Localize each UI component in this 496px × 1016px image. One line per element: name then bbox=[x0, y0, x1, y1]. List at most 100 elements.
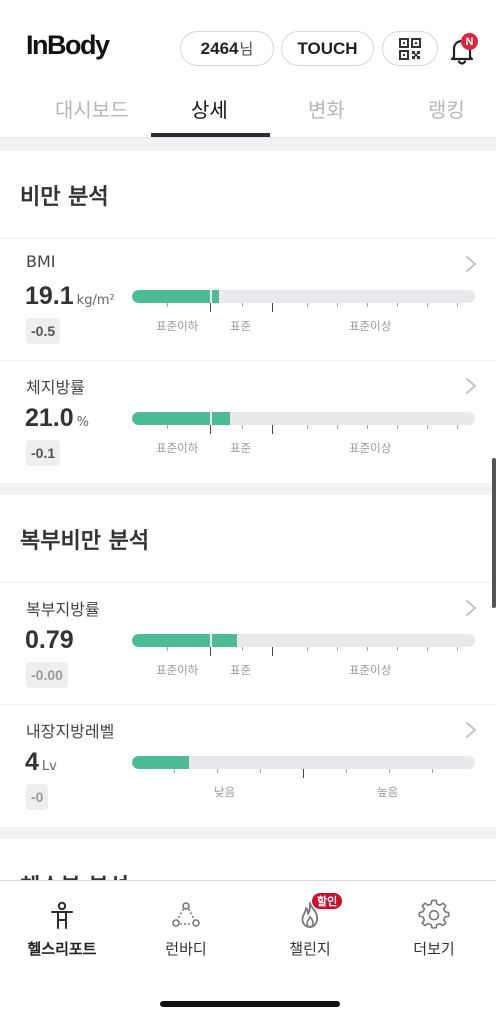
value-unit: % bbox=[76, 415, 90, 430]
chevron-right-icon[interactable] bbox=[464, 720, 478, 740]
metric-visceral-fat-level[interactable]: 내장지방레벨 4 Lv -0 낮음 높음 bbox=[0, 704, 496, 826]
range-tick bbox=[307, 425, 308, 429]
chevron-right-icon[interactable] bbox=[464, 254, 478, 274]
nav-runbody[interactable]: 런바디 bbox=[124, 881, 248, 981]
range-tick bbox=[242, 647, 243, 651]
range-tick bbox=[397, 647, 398, 651]
nav-health-report[interactable]: 헬스리포트 bbox=[0, 881, 124, 981]
range-tick bbox=[367, 647, 368, 651]
nav-more[interactable]: 더보기 bbox=[372, 881, 496, 981]
range-ticks bbox=[132, 425, 475, 437]
range-bar-boundary bbox=[210, 412, 212, 425]
bottom-navigation: 헬스리포트 런바디 할인 챌린지 더보기 bbox=[0, 880, 496, 1016]
touch-button[interactable]: TOUCH bbox=[281, 31, 374, 66]
metric-waist-hip-ratio[interactable]: 복부지방률 0.79 -0.00 표준이하 표준 표준이상 bbox=[0, 582, 496, 704]
metric-name: 복부지방률 bbox=[26, 600, 100, 619]
abdominal-obesity-section: 복부비만 분석 복부지방률 0.79 -0.00 표준이하 표준 표준이상 내장… bbox=[0, 495, 496, 827]
range-tick bbox=[272, 647, 273, 656]
change-badge: -0.5 bbox=[26, 318, 61, 344]
range-label-high: 표준이상 bbox=[349, 319, 392, 333]
range-tick bbox=[427, 425, 428, 429]
health-report-icon bbox=[51, 901, 73, 929]
range-tick bbox=[346, 769, 347, 773]
tab-detail[interactable]: 상세 bbox=[191, 94, 228, 123]
range-tick bbox=[210, 425, 211, 434]
range-bar-boundary bbox=[210, 290, 212, 303]
range-tick bbox=[337, 303, 338, 307]
metric-body-fat-percentage[interactable]: 체지방률 21.0% -0.1 표준이하 표준 표준이상 bbox=[0, 360, 496, 482]
range-tick bbox=[397, 425, 398, 429]
notification-badge: N bbox=[461, 33, 478, 50]
metric-value: 19.1 kg/m² bbox=[25, 282, 115, 311]
value-number: 19.1 bbox=[25, 282, 74, 310]
range-tick bbox=[457, 425, 458, 429]
range-tick bbox=[397, 303, 398, 307]
range-tick bbox=[337, 425, 338, 429]
inbody-logo[interactable]: InBody bbox=[26, 30, 110, 61]
range-label-low: 표준이하 bbox=[156, 663, 199, 677]
metric-value: 0.79 bbox=[25, 626, 74, 655]
home-indicator bbox=[160, 1001, 340, 1007]
metric-name: 체지방률 bbox=[26, 378, 85, 397]
range-label-low: 표준이하 bbox=[156, 441, 199, 455]
metric-value: 4 Lv bbox=[25, 748, 57, 777]
range-bar-fill bbox=[132, 412, 230, 425]
tab-dashboard[interactable]: 대시보드 bbox=[55, 94, 129, 123]
metric-bmi[interactable]: BMI 19.1 kg/m² -0.5 표준이하 표준 표준이상 bbox=[0, 238, 496, 360]
value-unit: Lv bbox=[41, 759, 57, 774]
tab-change[interactable]: 변화 bbox=[308, 94, 345, 123]
range-tick bbox=[210, 303, 211, 312]
value-number: 4 bbox=[25, 748, 39, 776]
range-bar bbox=[132, 290, 475, 303]
change-badge: -0.00 bbox=[26, 662, 68, 688]
range-tick bbox=[307, 303, 308, 307]
nav-label: 챌린지 bbox=[289, 940, 331, 958]
nav-challenge[interactable]: 할인 챌린지 bbox=[248, 881, 372, 981]
range-ticks bbox=[132, 769, 475, 781]
range-tick bbox=[307, 647, 308, 651]
change-badge: -0 bbox=[26, 784, 49, 810]
range-tick bbox=[427, 647, 428, 651]
range-tick bbox=[272, 303, 273, 312]
range-label-normal: 표준 bbox=[230, 663, 252, 677]
section-title: 복부비만 분석 bbox=[20, 529, 150, 554]
value-number: 21.0 bbox=[25, 404, 74, 432]
settings-gear-icon bbox=[418, 899, 450, 929]
range-tick bbox=[427, 303, 428, 307]
range-tick bbox=[272, 425, 273, 434]
nav-label: 런바디 bbox=[165, 940, 207, 958]
range-label-low: 표준이하 bbox=[156, 319, 199, 333]
range-label-normal: 표준 bbox=[230, 441, 252, 455]
range-tick bbox=[242, 425, 243, 429]
metric-name: 내장지방레벨 bbox=[26, 722, 115, 741]
range-tick bbox=[260, 769, 261, 773]
range-tick bbox=[367, 425, 368, 429]
scrollbar[interactable] bbox=[492, 458, 496, 608]
active-tab-indicator bbox=[151, 133, 270, 137]
chevron-right-icon[interactable] bbox=[464, 598, 478, 618]
range-label-high: 높음 bbox=[377, 785, 399, 799]
points-button[interactable]: 2464 님 bbox=[180, 31, 274, 66]
tab-ranking[interactable]: 랭킹 bbox=[428, 94, 465, 123]
qr-button[interactable] bbox=[382, 31, 438, 66]
range-bar-boundary bbox=[210, 634, 212, 647]
points-unit: 님 bbox=[239, 40, 254, 58]
change-badge: -0.1 bbox=[26, 440, 61, 466]
range-tick bbox=[167, 425, 168, 429]
body-water-section: 체수분 분석 bbox=[0, 839, 496, 880]
range-label-normal: 표준 bbox=[230, 319, 252, 333]
range-tick bbox=[167, 303, 168, 307]
detail-tabs: 대시보드 상세 변화 랭킹 bbox=[0, 86, 496, 138]
chevron-right-icon[interactable] bbox=[464, 376, 478, 396]
qr-code-icon bbox=[399, 37, 421, 60]
detail-content[interactable]: 비만 분석 BMI 19.1 kg/m² -0.5 표준이하 표준 표준이상 체지… bbox=[0, 138, 496, 880]
range-bar-fill bbox=[132, 634, 237, 647]
discount-badge: 할인 bbox=[312, 893, 343, 909]
range-tick bbox=[210, 647, 211, 656]
runbody-icon bbox=[172, 902, 200, 927]
range-tick bbox=[174, 769, 175, 773]
range-tick bbox=[367, 303, 368, 307]
points-value: 2464 bbox=[200, 38, 239, 58]
app-header: InBody 2464 님 TOUCH N 대시보드 상세 변화 랭킹 bbox=[0, 0, 496, 138]
value-number: 0.79 bbox=[25, 626, 74, 654]
